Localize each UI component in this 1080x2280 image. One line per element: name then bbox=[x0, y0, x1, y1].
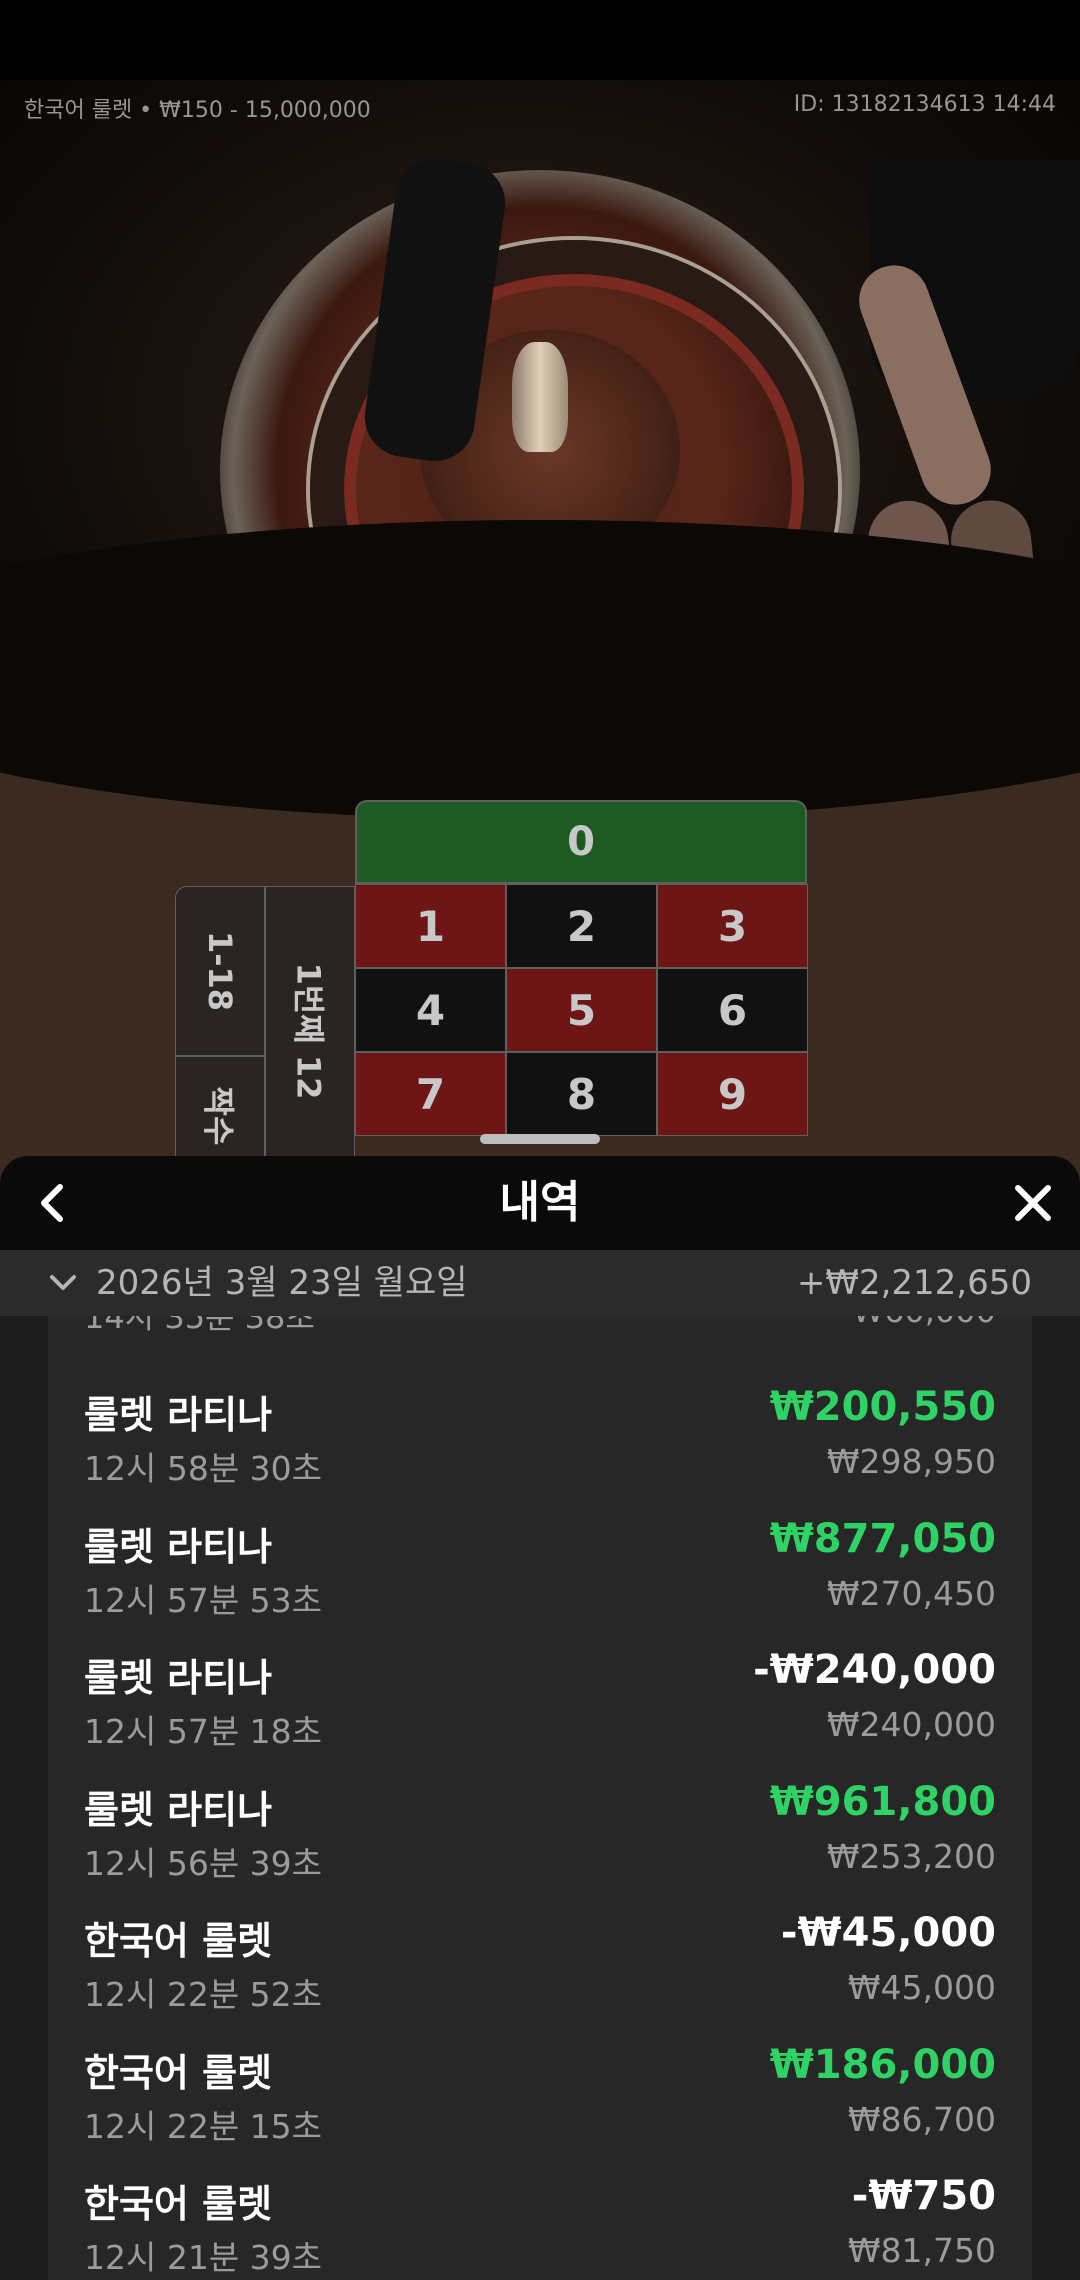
bet-number-cell[interactable]: 8 bbox=[506, 1052, 657, 1136]
history-bet: ₩45,000 bbox=[847, 1968, 996, 2007]
history-time: 12시 56분 39초 bbox=[84, 1843, 323, 1883]
history-time: 12시 58분 30초 bbox=[84, 1449, 323, 1488]
history-game-name: 룰렛 라티나 bbox=[84, 1656, 273, 1700]
bet-number-cell[interactable]: 4 bbox=[355, 968, 506, 1052]
history-game-name: 한국어 룰렛 bbox=[84, 2182, 273, 2226]
history-time: 12시 22분 15초 bbox=[84, 2106, 323, 2146]
bet-number-cell[interactable]: 1 bbox=[355, 884, 506, 968]
round-id: ID: 13182134613 14:44 bbox=[793, 92, 1056, 117]
list-item[interactable]: 한국어 룰렛 12시 22분 15초 ₩186,000 ₩86,700 bbox=[48, 2032, 1032, 2164]
date-label: 2026년 3월 23일 월요일 bbox=[96, 1263, 468, 1303]
history-result: -₩45,000 bbox=[780, 1910, 996, 1956]
roulette-turret bbox=[512, 342, 568, 452]
sheet-header: 내역 bbox=[0, 1156, 1080, 1250]
chevron-left-icon bbox=[41, 1184, 63, 1222]
close-icon bbox=[1015, 1185, 1051, 1221]
history-time: 12시 57분 18초 bbox=[84, 1712, 323, 1751]
history-result: ₩186,000 bbox=[769, 2041, 996, 2088]
list-item[interactable]: 룰렛 라티나 12시 57분 53초 ₩877,050 ₩270,450 bbox=[48, 1506, 1032, 1638]
list-item[interactable]: 룰렛 라티나 12시 58분 30초 ₩200,550 ₩298,950 bbox=[48, 1374, 1032, 1506]
history-game-name: 한국어 룰렛 bbox=[84, 1919, 273, 1963]
history-list: 14시 35분 38초 ₩60,000 룰렛 라티나 12시 58분 30초 ₩20… bbox=[48, 1316, 1032, 2280]
list-item-partial[interactable]: 14시 35분 38초 ₩60,000 bbox=[48, 1316, 1032, 1352]
history-bet: ₩60,000 bbox=[852, 1316, 996, 1330]
history-time: 12시 21분 39초 bbox=[84, 2238, 323, 2277]
back-button[interactable] bbox=[28, 1178, 78, 1228]
history-game-name: 룰렛 라티나 bbox=[84, 1524, 273, 1569]
status-bar bbox=[0, 0, 1080, 80]
history-time: 14시 35분 38초 bbox=[84, 1316, 315, 1336]
bet-number-cell[interactable]: 5 bbox=[506, 968, 657, 1052]
history-bet: ₩270,450 bbox=[826, 1573, 996, 1613]
list-item[interactable]: 한국어 룰렛 12시 21분 39초 -₩750 ₩81,750 bbox=[48, 2163, 1032, 2280]
bet-dozen-1-label: 1번째 12 bbox=[289, 962, 328, 1100]
bet-number-cell[interactable]: 9 bbox=[657, 1052, 808, 1136]
sheet-drag-handle[interactable] bbox=[480, 1134, 600, 1144]
history-game-name: 룰렛 라티나 bbox=[84, 1787, 273, 1832]
list-item[interactable]: 룰렛 라티나 12시 56분 39초 ₩961,800 ₩253,200 bbox=[48, 1769, 1032, 1901]
chevron-down-icon bbox=[50, 1275, 76, 1290]
history-sheet: 내역 2026년 3월 23일 월요일 +₩2,212,650 14시 35분 … bbox=[0, 1156, 1080, 2280]
close-button[interactable] bbox=[1008, 1178, 1058, 1228]
history-time: 12시 57분 53초 bbox=[84, 1580, 323, 1620]
bet-1-18-label: 1-18 bbox=[200, 930, 239, 1012]
history-bet: ₩81,750 bbox=[847, 2231, 996, 2270]
bet-zero[interactable]: 0 bbox=[355, 800, 807, 884]
date-group-header[interactable]: 2026년 3월 23일 월요일 +₩2,212,650 bbox=[0, 1250, 1080, 1316]
bet-number-cell[interactable]: 7 bbox=[355, 1052, 506, 1136]
list-item[interactable]: 룰렛 라티나 12시 57분 18초 -₩240,000 ₩240,000 bbox=[48, 1637, 1032, 1769]
history-bet: ₩298,950 bbox=[826, 1442, 996, 1481]
bet-number-cell[interactable]: 3 bbox=[657, 884, 808, 968]
history-result: ₩961,800 bbox=[769, 1778, 996, 1825]
history-time: 12시 22분 52초 bbox=[84, 1975, 323, 2014]
date-total: +₩2,212,650 bbox=[796, 1263, 1032, 1303]
bet-dozen-1[interactable]: 1번째 12 bbox=[265, 886, 355, 1176]
bet-number-cell[interactable]: 6 bbox=[657, 968, 808, 1052]
history-bet: ₩240,000 bbox=[826, 1705, 996, 1744]
history-bet: ₩253,200 bbox=[826, 1836, 996, 1876]
history-result: -₩750 bbox=[851, 2173, 996, 2219]
bet-1-18[interactable]: 1-18 bbox=[175, 886, 265, 1056]
history-result: ₩200,550 bbox=[769, 1384, 996, 1430]
history-result: ₩877,050 bbox=[769, 1515, 996, 1562]
list-item[interactable]: 한국어 룰렛 12시 22분 52초 -₩45,000 ₩45,000 bbox=[48, 1900, 1032, 2032]
history-game-name: 룰렛 라티나 bbox=[84, 1393, 273, 1437]
table-info: 한국어 룰렛 • ₩150 - 15,000,000 bbox=[24, 98, 371, 123]
history-bet: ₩86,700 bbox=[847, 2099, 996, 2139]
bet-number-cell[interactable]: 2 bbox=[506, 884, 657, 968]
history-result: -₩240,000 bbox=[753, 1647, 996, 1693]
history-game-name: 한국어 룰렛 bbox=[84, 2050, 273, 2095]
sheet-title: 내역 bbox=[499, 1177, 581, 1228]
bet-even-label: 짝수 bbox=[198, 1086, 237, 1146]
